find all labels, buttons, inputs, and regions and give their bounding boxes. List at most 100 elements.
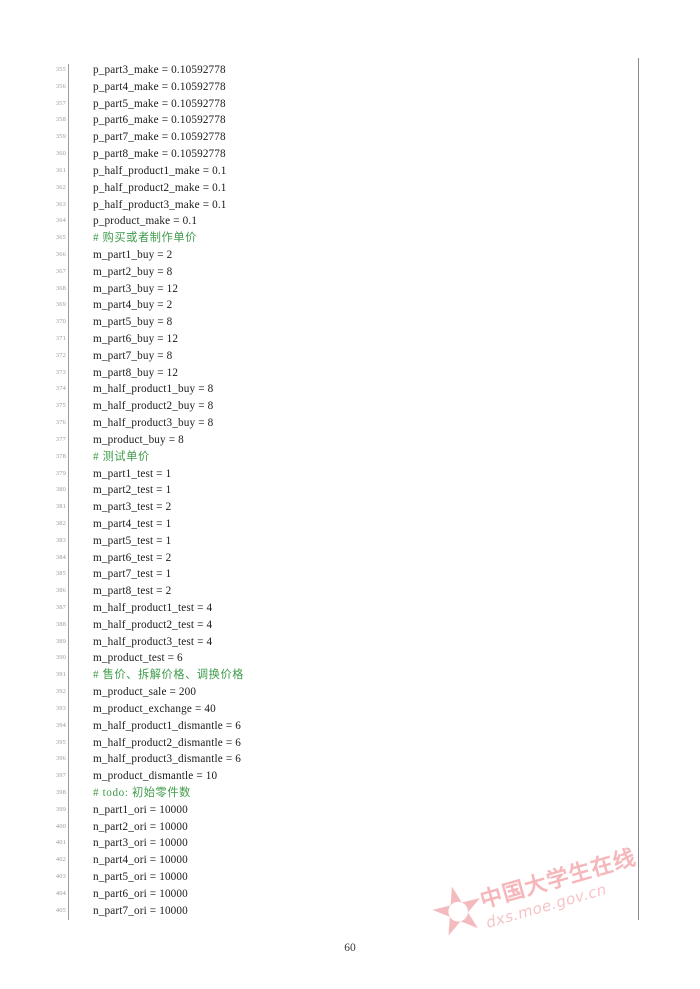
line-number: 372 [55,351,66,359]
code-line: 373 m_part8_buy = 12 [48,365,638,382]
code-line: 391 # 售价、拆解价格、调换价格 [48,667,638,684]
line-number: 379 [55,469,66,477]
code-comment: # 售价、拆解价格、调换价格 [93,669,245,682]
code-statement: n_part1_ori = 10000 [93,803,188,816]
line-number: 374 [55,385,66,393]
code-line: 393 m_product_exchange = 40 [48,701,638,718]
code-line: 377 m_product_buy = 8 [48,432,638,449]
line-number: 376 [55,419,66,427]
code-listing: 355 p_part3_make = 0.10592778 356 p_part4_m… [48,62,638,920]
line-number: 364 [55,217,66,225]
line-number: 377 [55,435,66,443]
code-statement: m_part6_test = 2 [93,551,172,564]
line-number: 388 [55,620,66,628]
code-line: 387 m_half_product1_test = 4 [48,600,638,617]
code-line: 386 m_part8_test = 2 [48,583,638,600]
line-number: 369 [55,301,66,309]
code-statement: p_part6_make = 0.10592778 [93,114,226,127]
code-comment: # 测试单价 [93,450,150,463]
line-number: 366 [55,250,66,258]
line-number: 361 [55,166,66,174]
code-statement: n_part6_ori = 10000 [93,887,188,900]
code-line: 388 m_half_product2_test = 4 [48,617,638,634]
code-line: 368 m_part3_buy = 12 [48,281,638,298]
code-line: 404 n_part6_ori = 10000 [48,886,638,903]
code-line: 381 m_part3_test = 2 [48,499,638,516]
code-line: 358 p_part6_make = 0.10592778 [48,112,638,129]
code-comment: # 购买或者制作单价 [93,232,197,245]
line-number: 399 [55,805,66,813]
line-number: 357 [55,99,66,107]
code-line: 366 m_part1_buy = 2 [48,247,638,264]
line-number: 389 [55,637,66,645]
code-line: 379 m_part1_test = 1 [48,466,638,483]
line-number: 391 [55,671,66,679]
code-line: 376 m_half_product3_buy = 8 [48,415,638,432]
code-statement: m_part5_buy = 8 [93,316,173,329]
code-line: 399 n_part1_ori = 10000 [48,802,638,819]
code-statement: n_part2_ori = 10000 [93,820,188,833]
code-line: 360 p_part8_make = 0.10592778 [48,146,638,163]
code-statement: m_product_dismantle = 10 [93,770,218,783]
code-statement: n_part7_ori = 10000 [93,904,188,917]
code-line: 359 p_part7_make = 0.10592778 [48,129,638,146]
line-number: 383 [55,536,66,544]
code-line: 380 m_part2_test = 1 [48,482,638,499]
code-line: 362 p_half_product2_make = 0.1 [48,180,638,197]
code-statement: m_part1_test = 1 [93,467,172,480]
code-statement: m_part3_buy = 12 [93,282,179,295]
code-line: 394 m_half_product1_dismantle = 6 [48,718,638,735]
code-line: 403 n_part5_ori = 10000 [48,869,638,886]
page-number: 60 [344,942,356,954]
line-number: 394 [55,721,66,729]
code-statement: n_part3_ori = 10000 [93,837,188,850]
code-line: 389 m_half_product3_test = 4 [48,634,638,651]
line-number: 373 [55,368,66,376]
line-number: 403 [55,873,66,880]
code-statement: m_part5_test = 1 [93,534,172,547]
code-comment: # todo: 初始零件数 [93,786,191,799]
code-statement: p_half_product1_make = 0.1 [93,164,227,177]
code-line: 357 p_part5_make = 0.10592778 [48,96,638,113]
code-line: 370 m_part5_buy = 8 [48,314,638,331]
code-line: 405 n_part7_ori = 10000 [48,903,638,920]
code-line: 385 m_part7_test = 1 [48,566,638,583]
code-statement: m_half_product3_dismantle = 6 [93,753,241,766]
line-number: 396 [55,755,66,763]
code-statement: p_half_product2_make = 0.1 [93,181,227,194]
code-statement: m_part3_test = 2 [93,501,172,514]
code-line: 355 p_part3_make = 0.10592778 [48,62,638,79]
line-number: 386 [55,587,66,595]
line-number: 356 [55,82,66,90]
line-number: 390 [55,654,66,662]
code-statement: m_half_product2_test = 4 [93,618,213,631]
code-statement: m_part4_test = 1 [93,517,172,530]
code-statement: p_part3_make = 0.10592778 [93,64,226,76]
line-number: 397 [55,772,66,780]
code-statement: m_half_product1_test = 4 [93,602,213,614]
line-number: 365 [55,234,66,242]
code-line: 383 m_part5_test = 1 [48,533,638,550]
code-statement: p_half_product3_make = 0.1 [93,198,227,211]
line-number: 362 [55,183,66,191]
line-number: 363 [55,200,66,208]
code-statement: p_product_make = 0.1 [93,215,198,228]
code-line: 364 p_product_make = 0.1 [48,213,638,230]
code-statement: m_half_product2_buy = 8 [93,400,214,413]
code-statement: p_part7_make = 0.10592778 [93,131,226,144]
code-statement: m_half_product1_buy = 8 [93,383,214,396]
document-page: 355 p_part3_make = 0.10592778 356 p_part4_m… [0,0,700,989]
code-line: 369 m_part4_buy = 2 [48,297,638,314]
line-number: 385 [55,570,66,578]
listing-frame-right-rule [638,58,639,920]
code-statement: p_part8_make = 0.10592778 [93,148,226,161]
line-number: 359 [55,133,66,141]
code-line: 374 m_half_product1_buy = 8 [48,381,638,398]
code-statement: m_part8_test = 2 [93,585,172,598]
code-statement: m_product_buy = 8 [93,433,184,446]
code-statement: m_half_product3_buy = 8 [93,417,214,430]
line-number: 400 [55,822,66,830]
code-statement: m_part8_buy = 12 [93,366,179,379]
line-number: 381 [55,503,66,511]
code-line: 392 m_product_sale = 200 [48,684,638,701]
